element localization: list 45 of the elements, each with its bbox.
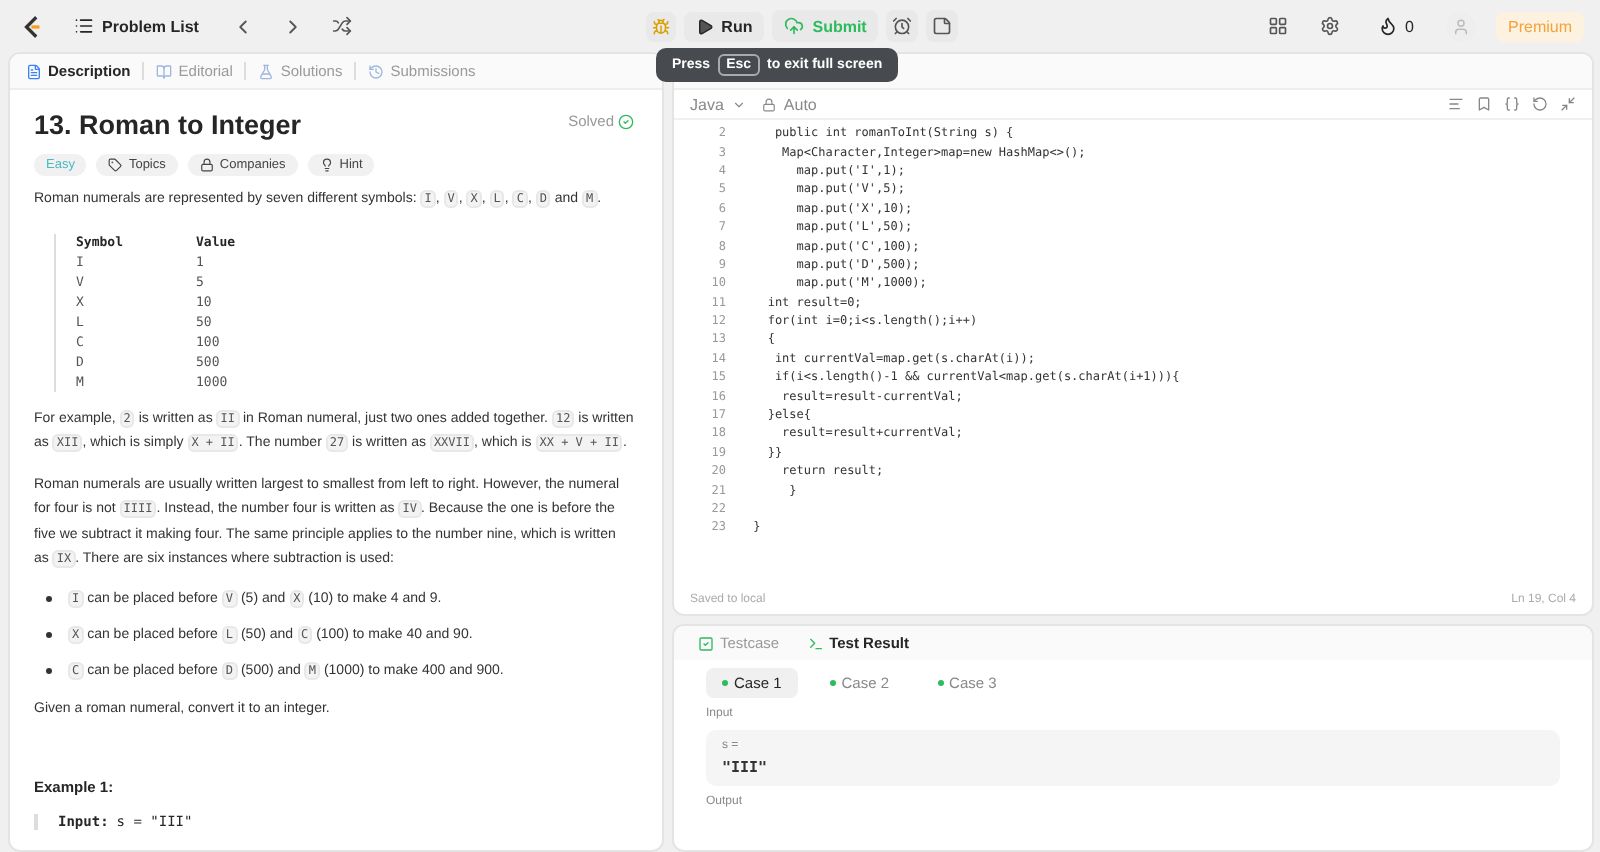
book-icon <box>156 63 173 79</box>
logo-icon[interactable] <box>20 13 46 39</box>
list-icon <box>74 16 94 36</box>
problem-list-button[interactable]: Problem List <box>62 10 211 42</box>
chevron-down-icon <box>731 97 746 111</box>
check-circle-icon <box>618 113 634 129</box>
timer-button[interactable] <box>886 10 919 42</box>
settings-icon <box>1319 16 1340 36</box>
flask-icon <box>258 63 275 79</box>
checkbox-icon <box>698 635 714 651</box>
status-dot-icon <box>722 680 728 686</box>
minimize-icon[interactable] <box>1560 96 1576 112</box>
history-icon <box>368 63 385 79</box>
note-icon <box>932 16 953 36</box>
status-dot-icon <box>937 680 944 686</box>
streak-counter[interactable]: 0 <box>1365 10 1426 42</box>
bullet-icon <box>46 596 52 602</box>
debug-button[interactable] <box>645 11 676 41</box>
bug-icon <box>651 17 670 35</box>
problem-title: 13. Roman to Integer <box>34 110 302 140</box>
tag-icon <box>108 158 123 172</box>
terminal-icon <box>807 635 824 651</box>
auto-mode[interactable]: Auto <box>761 95 817 113</box>
format-icon[interactable] <box>1448 96 1464 112</box>
play-icon <box>695 17 714 35</box>
lightbulb-icon <box>319 158 334 172</box>
bookmark-icon[interactable] <box>1476 96 1492 112</box>
bullet-icon <box>46 668 52 674</box>
user-silhouette-icon <box>1452 17 1470 35</box>
lock-icon <box>199 158 214 172</box>
shuffle-icon <box>332 16 353 36</box>
reset-icon[interactable] <box>1532 96 1548 112</box>
grid-icon <box>1267 16 1288 36</box>
notes-button[interactable] <box>926 10 959 42</box>
language-select[interactable]: Java <box>690 95 746 113</box>
alarm-clock-icon <box>892 16 913 36</box>
bullet-icon <box>46 632 52 638</box>
flame-icon <box>1377 16 1398 36</box>
document-icon <box>26 63 42 79</box>
cloud-upload-icon <box>784 16 805 36</box>
status-dot-icon <box>829 680 836 686</box>
lock-icon <box>761 97 776 111</box>
submit-button[interactable]: Submit <box>772 10 879 42</box>
braces-icon[interactable] <box>1504 96 1520 112</box>
run-button[interactable]: Run <box>683 11 765 41</box>
